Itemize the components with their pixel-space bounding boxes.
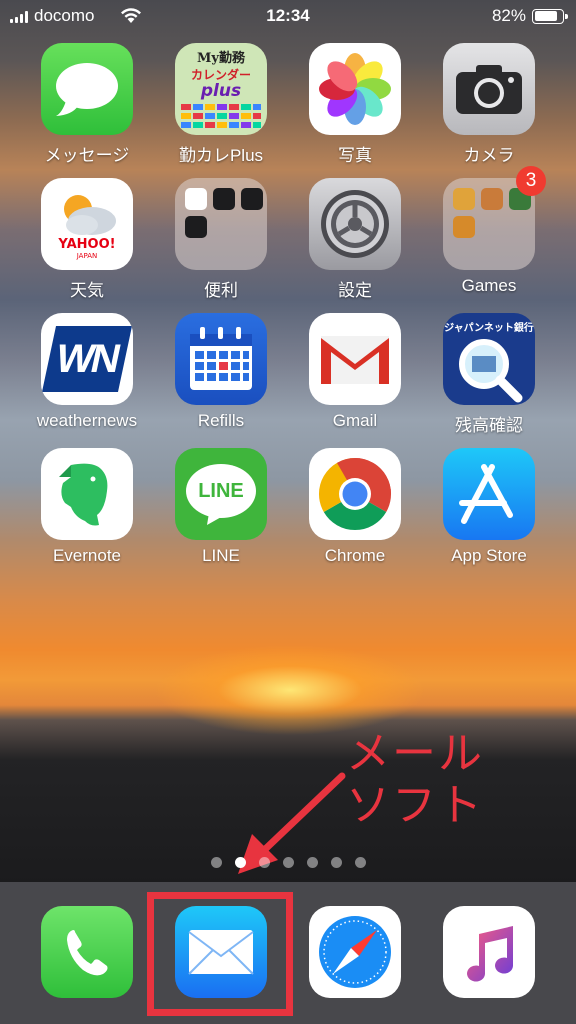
app-label: 勤カレPlus	[178, 146, 264, 165]
evernote-icon	[41, 448, 133, 540]
clock-mini-icon	[185, 188, 207, 210]
app-label: 設定	[338, 281, 372, 300]
battery-level	[534, 11, 557, 21]
notification-badge: 3	[516, 166, 546, 196]
messages-icon	[41, 43, 133, 135]
app-label: LINE	[202, 546, 240, 565]
page-dot[interactable]	[282, 857, 294, 868]
battery-percent: 82%	[491, 6, 526, 25]
app-weather[interactable]: YAHOO! JAPAN 天気	[20, 178, 154, 301]
app-chrome[interactable]: Chrome	[288, 448, 422, 566]
settings-icon	[309, 178, 401, 270]
app-photos[interactable]: 写真	[288, 43, 422, 166]
app-messages[interactable]: メッセージ	[20, 43, 154, 166]
app-app-store[interactable]: App Store	[422, 448, 556, 566]
app-gmail[interactable]: Gmail	[288, 313, 422, 431]
app-line[interactable]: LINE LINE	[154, 448, 288, 566]
app-label: メッセージ	[44, 146, 130, 165]
app-label: 天気	[70, 281, 104, 300]
page-dot[interactable]	[210, 857, 222, 868]
annotation-text: メール ソフト	[346, 728, 484, 832]
app-kinkare-plus[interactable]: My勤務 カレンダー plus 勤カレPlus	[154, 43, 288, 166]
app-weathernews[interactable]: WN weathernews	[20, 313, 154, 431]
app-label: Refills	[197, 411, 245, 430]
app-balance-check[interactable]: ジャパンネット銀行 残高確認	[422, 313, 556, 436]
app-evernote[interactable]: Evernote	[20, 448, 154, 566]
page-dot[interactable]	[354, 857, 366, 868]
weathernews-icon: WN	[41, 313, 133, 405]
status-bar: docomo 12:34 82%	[0, 0, 576, 34]
app-label: カメラ	[463, 146, 515, 165]
battery-group: 82%	[491, 6, 568, 26]
app-label: Games	[461, 276, 517, 295]
app-label: Gmail	[332, 411, 378, 430]
app-store-icon	[443, 448, 535, 540]
camera-icon	[443, 43, 535, 135]
app-label: App Store	[451, 546, 527, 565]
app-camera[interactable]: カメラ	[422, 43, 556, 166]
page-dot[interactable]	[330, 857, 342, 868]
phone-icon	[41, 906, 133, 998]
dock-app-phone[interactable]	[20, 906, 154, 998]
refills-icon	[175, 313, 267, 405]
app-label: weathernews	[36, 411, 138, 430]
app-label: 写真	[338, 146, 372, 165]
photos-icon	[309, 43, 401, 135]
music-icon	[443, 906, 535, 998]
page-dot[interactable]	[258, 857, 270, 868]
yahoo-weather-icon: YAHOO! JAPAN	[41, 178, 133, 270]
app-label: Evernote	[52, 546, 122, 565]
clock: 12:34	[266, 6, 310, 25]
annotation-line-1: メール	[346, 728, 484, 779]
dock-app-music[interactable]	[422, 906, 556, 998]
page-dot[interactable]	[234, 857, 246, 868]
kinkare-plus-icon: My勤務 カレンダー plus	[175, 43, 267, 135]
folder-icon	[175, 178, 267, 270]
compass-mini-icon	[241, 188, 263, 210]
app-label: 便利	[204, 281, 238, 300]
app-folder-games[interactable]: 3 Games	[422, 166, 556, 296]
line-icon: LINE	[175, 448, 267, 540]
battery-icon	[532, 8, 568, 24]
japannet-bank-icon: ジャパンネット銀行	[443, 313, 535, 405]
mail-highlight-box	[147, 892, 293, 1016]
app-settings[interactable]: 設定	[288, 178, 422, 301]
gmail-icon	[309, 313, 401, 405]
voice-memo-mini-icon	[185, 216, 207, 238]
annotation-line-2: ソフト	[346, 780, 484, 831]
app-label: 残高確認	[455, 416, 523, 435]
dock-app-safari[interactable]	[288, 906, 422, 998]
app-refills[interactable]: Refills	[154, 313, 288, 431]
chrome-icon	[309, 448, 401, 540]
safari-icon	[309, 906, 401, 998]
app-folder-convenient[interactable]: 便利	[154, 178, 288, 301]
calculator-mini-icon	[213, 188, 235, 210]
page-dot[interactable]	[306, 857, 318, 868]
app-label: Chrome	[324, 546, 386, 565]
page-indicator[interactable]	[0, 857, 576, 868]
